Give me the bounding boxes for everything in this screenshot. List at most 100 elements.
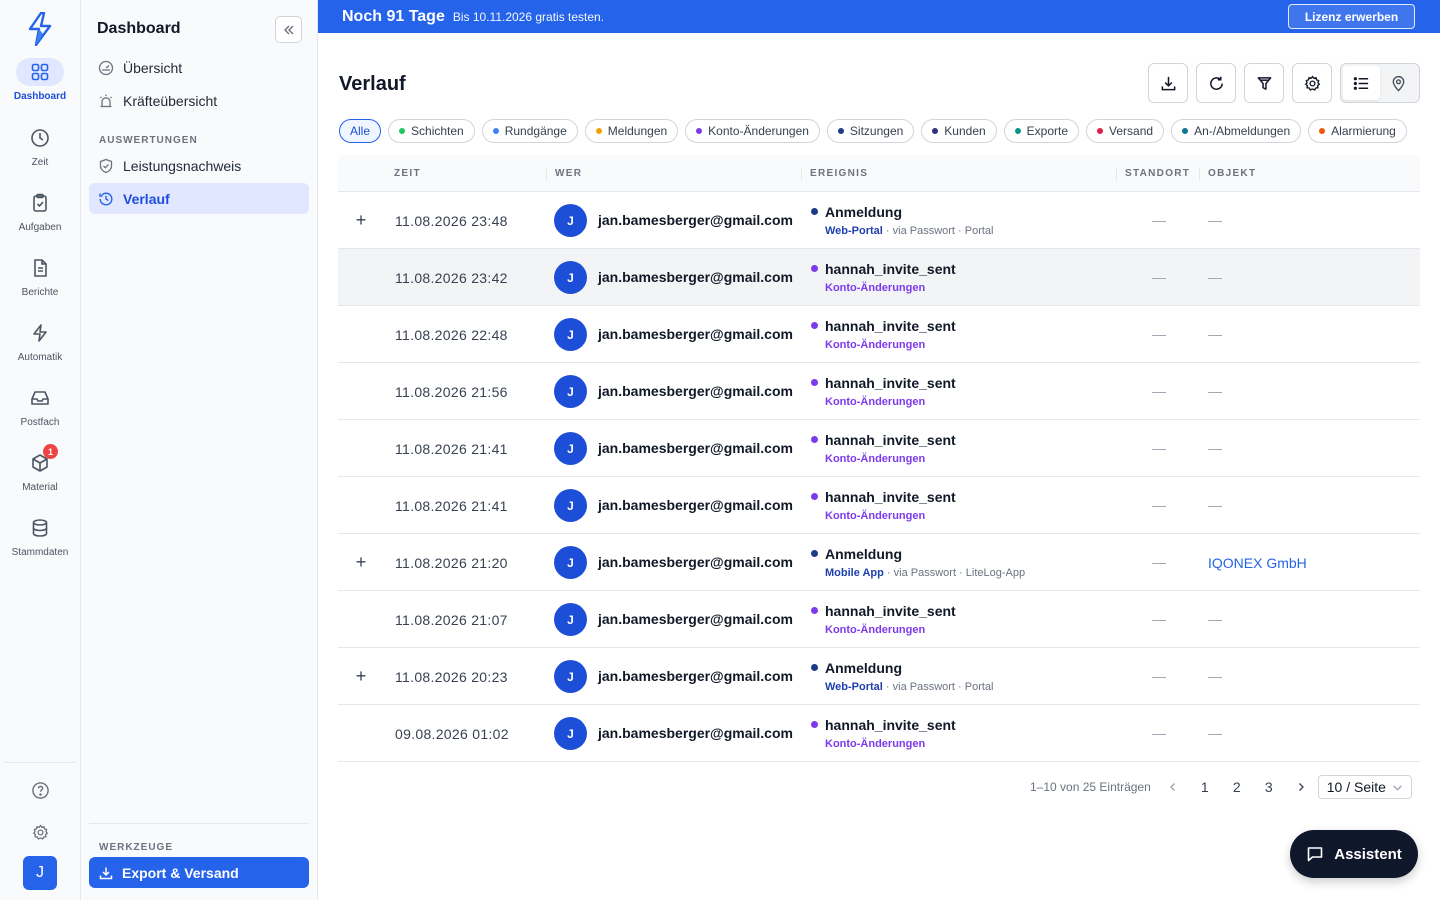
filter-chip-an-abmeldungen[interactable]: An-/Abmeldungen	[1171, 119, 1302, 143]
filter-chip-kunden[interactable]: Kunden	[921, 119, 997, 143]
column-header-standort[interactable]: STANDORT	[1116, 168, 1190, 180]
notification-badge: 1	[43, 444, 58, 459]
sidebar-item-kraefteuebersicht[interactable]: Kräfteübersicht	[89, 85, 309, 116]
refresh-button[interactable]	[1196, 63, 1236, 103]
list-view-button[interactable]	[1343, 66, 1380, 100]
filter-chip-label: Rundgänge	[504, 124, 567, 138]
table-row[interactable]: +11.08.2026 20:23 Jjan.bamesberger@gmail.…	[338, 648, 1420, 705]
page-button-1[interactable]: 1	[1189, 775, 1221, 799]
user-avatar: J	[554, 318, 587, 351]
user-avatar: J	[554, 261, 587, 294]
event-title: hannah_invite_sent	[825, 261, 956, 277]
help-icon[interactable]	[27, 777, 53, 803]
filter-button[interactable]	[1244, 63, 1284, 103]
event-category-dot	[811, 493, 818, 500]
download-button[interactable]	[1148, 63, 1188, 103]
table-row[interactable]: +11.08.2026 21:20 Jjan.bamesberger@gmail.…	[338, 534, 1420, 591]
category-dot	[1182, 128, 1189, 134]
sidebar-item-verlauf[interactable]: Verlauf	[89, 183, 309, 214]
event-category: Konto-Änderungen	[825, 282, 926, 294]
filter-chip-label: Alle	[350, 124, 371, 138]
event-subtitle: Konto-Änderungen	[825, 624, 925, 636]
chevron-right-icon	[1298, 783, 1304, 791]
objekt-link[interactable]: IQONEX GmbH	[1208, 555, 1307, 571]
table-settings-button[interactable]	[1292, 63, 1332, 103]
page-button-2[interactable]: 2	[1221, 775, 1253, 799]
list-icon	[1353, 76, 1369, 90]
app-logo-icon[interactable]	[27, 12, 53, 46]
event-subtitle: Konto-Änderungen	[825, 510, 925, 522]
sidebar-item-uebersicht[interactable]: Übersicht	[89, 52, 309, 83]
table-row[interactable]: 11.08.2026 21:07 Jjan.bamesberger@gmail.c…	[338, 591, 1420, 648]
map-view-button[interactable]	[1380, 66, 1417, 100]
chevrons-left-icon	[283, 25, 293, 34]
standort-value: —	[1152, 326, 1166, 342]
bolt-icon	[16, 319, 64, 347]
sidebar-divider	[89, 823, 309, 824]
standort-value: —	[1152, 383, 1166, 399]
table-row[interactable]: 11.08.2026 22:48 Jjan.bamesberger@gmail.c…	[338, 306, 1420, 363]
expand-row-button[interactable]: +	[352, 552, 370, 572]
event-category-dot	[811, 721, 818, 728]
export-versand-button[interactable]: Export & Versand	[89, 857, 309, 888]
rail-item-berichte[interactable]: Berichte	[0, 254, 80, 314]
table-row[interactable]: +11.08.2026 23:48 Jjan.bamesberger@gmail.…	[338, 192, 1420, 249]
filter-chip-versand[interactable]: Versand	[1086, 119, 1165, 143]
event-title: hannah_invite_sent	[825, 432, 956, 448]
event-time: 11.08.2026 21:56	[395, 384, 508, 400]
filter-chip-alarmierung[interactable]: Alarmierung	[1308, 119, 1407, 143]
rail-item-automatik[interactable]: Automatik	[0, 319, 80, 379]
assistant-button[interactable]: Assistent	[1290, 830, 1418, 878]
page-size-select[interactable]: 10 / Seite	[1317, 775, 1412, 799]
expand-row-button[interactable]: +	[352, 210, 370, 230]
page-size-value: 10 / Seite	[1326, 779, 1386, 795]
objekt-value: —	[1208, 497, 1222, 513]
filter-chip-schichten[interactable]: Schichten	[388, 119, 475, 143]
table-row[interactable]: 11.08.2026 21:41 Jjan.bamesberger@gmail.c…	[338, 477, 1420, 534]
column-header-zeit[interactable]: ZEIT	[386, 168, 421, 180]
filter-chip-alle[interactable]: Alle	[339, 119, 382, 143]
page-button-3[interactable]: 3	[1253, 775, 1285, 799]
rail-item-aufgaben[interactable]: Aufgaben	[0, 189, 80, 249]
table-row[interactable]: 11.08.2026 21:56 Jjan.bamesberger@gmail.c…	[338, 363, 1420, 420]
column-header-objekt[interactable]: OBJEKT	[1199, 168, 1256, 180]
user-avatar: J	[554, 489, 587, 522]
rail-item-material[interactable]: 1 Material	[0, 444, 80, 509]
page-title: Verlauf	[339, 73, 406, 95]
rail-item-stammdaten[interactable]: Stammdaten	[0, 514, 80, 574]
table-row[interactable]: 11.08.2026 23:42 Jjan.bamesberger@gmail.c…	[338, 249, 1420, 306]
event-subtitle: Konto-Änderungen	[825, 396, 925, 408]
buy-license-button[interactable]: Lizenz erwerben	[1288, 4, 1415, 29]
settings-gear-icon[interactable]	[27, 819, 53, 845]
event-category: Web-Portal	[825, 225, 883, 237]
rail-item-zeit[interactable]: Zeit	[0, 124, 80, 184]
event-user: jan.bamesberger@gmail.com	[598, 212, 793, 228]
table-row[interactable]: 09.08.2026 01:02 Jjan.bamesberger@gmail.c…	[338, 705, 1420, 762]
collapse-sidebar-button[interactable]	[275, 16, 302, 43]
table-row[interactable]: 11.08.2026 21:41 Jjan.bamesberger@gmail.c…	[338, 420, 1420, 477]
column-header-wer[interactable]: WER	[546, 168, 582, 180]
filter-chip-rundgänge[interactable]: Rundgänge	[481, 119, 578, 143]
user-avatar: J	[554, 432, 587, 465]
chevron-left-icon	[1169, 783, 1175, 791]
trial-end-note: Bis 10.11.2026 gratis testen.	[452, 9, 605, 24]
filter-chip-meldungen[interactable]: Meldungen	[584, 119, 679, 143]
user-avatar[interactable]: J	[23, 856, 57, 890]
event-category-dot	[811, 664, 818, 671]
filter-chip-konto-änderungen[interactable]: Konto-Änderungen	[685, 119, 820, 143]
column-header-ereignis[interactable]: EREIGNIS	[801, 168, 868, 180]
filter-chip-sitzungen[interactable]: Sitzungen	[826, 119, 915, 143]
event-time: 11.08.2026 21:07	[395, 612, 508, 628]
rail-item-postfach[interactable]: Postfach	[0, 384, 80, 444]
filter-chip-label: Alarmierung	[1331, 124, 1396, 138]
filter-chip-exporte[interactable]: Exporte	[1003, 119, 1080, 143]
expand-row-button[interactable]: +	[352, 666, 370, 686]
next-page-button[interactable]	[1285, 775, 1317, 799]
sidebar-item-leistungsnachweis[interactable]: Leistungsnachweis	[89, 150, 309, 181]
prev-page-button[interactable]	[1157, 775, 1189, 799]
event-subtitle: Konto-Änderungen	[825, 282, 925, 294]
standort-value: —	[1152, 269, 1166, 285]
rail-label: Aufgaben	[18, 222, 62, 233]
rail-item-dashboard[interactable]: Dashboard	[0, 58, 80, 118]
event-subtitle: Konto-Änderungen	[825, 453, 925, 465]
